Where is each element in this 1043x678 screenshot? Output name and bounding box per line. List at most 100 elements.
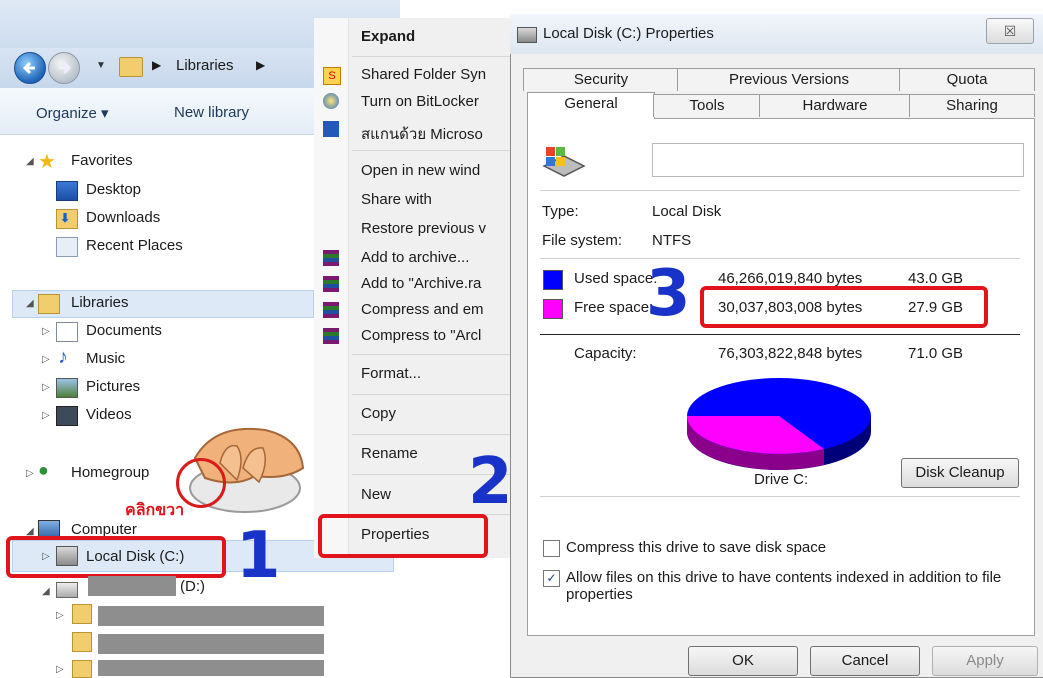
expand-arrow-icon[interactable]: ▷ — [26, 468, 34, 479]
tab-sharing[interactable]: Sharing — [909, 94, 1035, 117]
disk-cleanup-button[interactable]: Disk Cleanup — [901, 458, 1019, 488]
divider — [540, 258, 1020, 259]
tree-item-videos[interactable]: Videos — [86, 406, 132, 423]
libraries-folder-icon — [38, 294, 60, 314]
free-space-swatch — [543, 299, 563, 319]
drive-name-field[interactable] — [652, 143, 1024, 177]
tree-item-desktop[interactable]: Desktop — [86, 181, 141, 198]
redacted-block — [98, 634, 324, 654]
tree-item-downloads[interactable]: Downloads — [86, 209, 160, 226]
menu-item-share-with[interactable]: Share with — [361, 191, 432, 208]
close-button[interactable]: ☒ — [986, 18, 1034, 44]
expand-arrow-icon[interactable]: ▷ — [42, 354, 50, 365]
drive-d-icon — [56, 582, 78, 598]
tab-hardware[interactable]: Hardware — [759, 94, 911, 117]
tab-quota[interactable]: Quota — [899, 68, 1035, 91]
menu-separator — [352, 394, 512, 395]
winrar-archive-icon — [323, 302, 339, 318]
menu-item-open-in-new-window[interactable]: Open in new wind — [361, 162, 480, 179]
used-space-bytes: 46,266,019,840 bytes — [718, 270, 863, 287]
forward-arrow-icon — [59, 61, 72, 75]
tree-item-recent-places[interactable]: Recent Places — [86, 237, 183, 254]
apply-button[interactable]: Apply — [932, 646, 1038, 676]
compress-drive-checkbox[interactable] — [543, 540, 560, 557]
homegroup-icon: ● — [38, 460, 49, 480]
tree-item-pictures[interactable]: Pictures — [86, 378, 140, 395]
breadcrumb-libraries[interactable]: Libraries — [176, 57, 234, 74]
tab-security[interactable]: Security — [523, 68, 679, 91]
breadcrumb-arrow-icon[interactable]: ▶ — [152, 58, 161, 72]
capacity-gb: 71.0 GB — [908, 345, 964, 362]
winrar-archive-icon — [323, 328, 339, 344]
tab-tools[interactable]: Tools — [653, 94, 761, 117]
menu-item-compress-to-archive[interactable]: Compress to "Arcl — [361, 327, 481, 344]
menu-item-rename[interactable]: Rename — [361, 445, 418, 462]
menu-separator — [352, 150, 512, 151]
breadcrumb-arrow-icon[interactable]: ▶ — [256, 58, 265, 72]
download-arrow-icon: ⬇ — [60, 211, 71, 225]
expand-arrow-icon[interactable]: ▷ — [42, 382, 50, 393]
tree-item-music[interactable]: Music — [86, 350, 125, 367]
file-system-value: NTFS — [652, 232, 692, 249]
tree-item-libraries[interactable]: Libraries — [71, 294, 129, 311]
back-button[interactable] — [14, 52, 46, 84]
index-contents-checkbox[interactable]: ✓ — [543, 570, 560, 587]
capacity-label: Capacity: — [574, 345, 637, 362]
divider — [540, 496, 1020, 497]
menu-item-add-to-archive-rar[interactable]: Add to "Archive.ra — [361, 275, 481, 292]
collapse-arrow-icon[interactable]: ◢ — [26, 298, 34, 309]
menu-item-turn-on-bitlocker[interactable]: Turn on BitLocker — [361, 93, 479, 110]
free-space-label: Free space: — [574, 299, 654, 316]
disk-usage-pie-chart — [687, 378, 871, 470]
expand-arrow-icon[interactable]: ▷ — [42, 326, 50, 337]
tree-item-drive-d[interactable]: (D:) — [180, 578, 205, 595]
organize-button[interactable]: Organize ▾ — [36, 104, 109, 122]
collapse-arrow-icon[interactable]: ◢ — [26, 156, 34, 167]
folder-icon — [72, 604, 92, 624]
file-system-label: File system: — [542, 232, 623, 249]
capacity-bytes: 76,303,822,848 bytes — [718, 345, 863, 362]
expand-arrow-icon[interactable]: ▷ — [56, 610, 64, 621]
desktop-icon — [56, 181, 78, 201]
highlight-box-properties — [318, 514, 488, 558]
menu-item-add-to-archive[interactable]: Add to archive... — [361, 249, 469, 266]
tree-item-favorites[interactable]: Favorites — [71, 152, 133, 169]
type-label: Type: — [542, 203, 579, 220]
menu-separator — [352, 354, 512, 355]
tree-item-homegroup[interactable]: Homegroup — [71, 464, 149, 481]
highlight-box-free-space — [700, 286, 988, 328]
used-space-swatch — [543, 270, 563, 290]
menu-item-format[interactable]: Format... — [361, 365, 421, 382]
index-contents-label: Allow files on this drive to have conten… — [566, 569, 1002, 603]
redacted-block — [98, 606, 324, 626]
redacted-block — [98, 660, 324, 676]
right-click-annotation: คลิกขวา — [125, 502, 185, 519]
divider — [540, 334, 1020, 335]
cancel-button[interactable]: Cancel — [810, 646, 920, 676]
star-icon: ★ — [38, 151, 56, 173]
step-number-2: 2 — [468, 445, 513, 519]
music-note-icon: ♪ — [58, 346, 68, 368]
tab-general[interactable]: General — [527, 92, 655, 119]
menu-item-compress-and-email[interactable]: Compress and em — [361, 301, 484, 318]
winrar-archive-icon — [323, 276, 339, 292]
collapse-arrow-icon[interactable]: ◢ — [42, 586, 50, 597]
bitlocker-shield-icon — [323, 93, 339, 109]
expand-arrow-icon[interactable]: ▷ — [56, 664, 64, 675]
new-library-button[interactable]: New library — [174, 104, 249, 121]
menu-item-copy[interactable]: Copy — [361, 405, 396, 422]
menu-item-scan-microsoft[interactable]: สแกนด้วย Microso — [361, 122, 483, 146]
drive-label: Drive C: — [754, 471, 809, 488]
redacted-block — [88, 576, 176, 596]
menu-item-shared-folder-sync[interactable]: Shared Folder Syn — [361, 66, 486, 83]
recent-pages-chevron-icon[interactable]: ▼ — [96, 60, 106, 71]
menu-item-new[interactable]: New — [361, 486, 391, 503]
menu-item-expand[interactable]: Expand — [361, 28, 415, 45]
step-number-3: 3 — [646, 257, 691, 331]
tree-item-documents[interactable]: Documents — [86, 322, 162, 339]
menu-item-restore-previous[interactable]: Restore previous v — [361, 220, 486, 237]
forward-button[interactable] — [48, 52, 80, 84]
tab-previous-versions[interactable]: Previous Versions — [677, 68, 901, 91]
expand-arrow-icon[interactable]: ▷ — [42, 410, 50, 421]
ok-button[interactable]: OK — [688, 646, 798, 676]
